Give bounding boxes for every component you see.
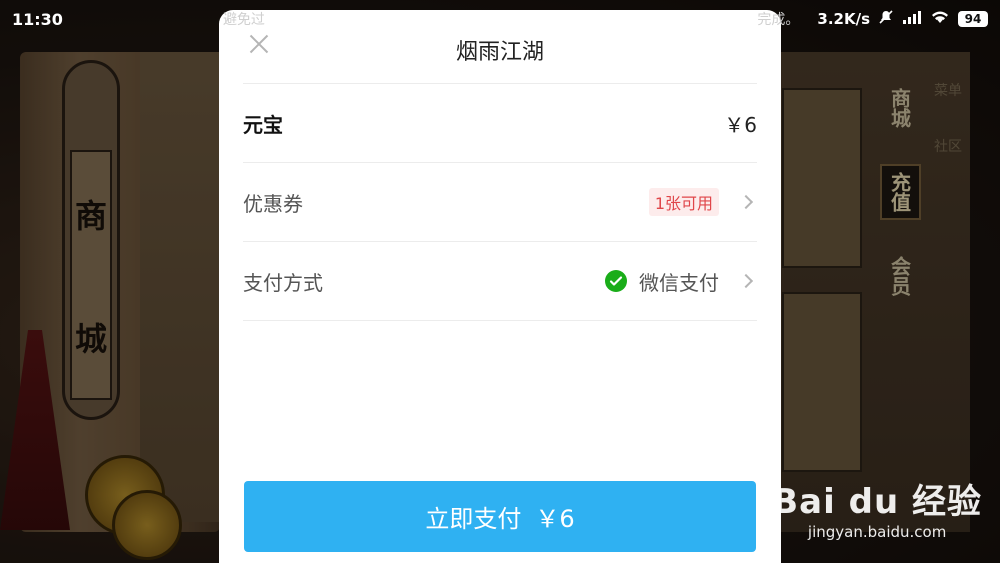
item-label: 元宝 [243,112,283,137]
chevron-right-icon [738,194,754,210]
coupon-badge: 1张可用 [648,188,719,216]
status-time: 11:30 [12,9,63,29]
status-notice-end: 完成。 [757,12,800,28]
battery-icon: 94 [958,11,988,27]
chevron-right-icon [738,273,754,289]
signal-icon [902,10,922,28]
payment-method-label: 支付方式 [243,270,323,295]
item-row: 元宝 ￥6 [243,84,757,163]
status-notice: 避免过 [222,12,265,28]
network-speed: 3.2K/s [817,10,870,28]
sheet-title: 烟雨江湖 [455,40,544,65]
pay-button-label: 立即支付 [425,505,522,533]
baidu-watermark: Bai du 经验 jingyan.baidu.com [772,474,982,541]
wifi-icon [930,10,950,28]
item-price: ￥6 [724,112,757,137]
watermark-logo: Bai du 经验 [772,482,982,522]
payment-sheet: 烟雨江湖 元宝 ￥6 优惠券 1张可用 支付方式 微信支付 立即支付 ￥6 [219,10,781,563]
wechat-pay-icon [605,270,627,292]
payment-method-name: 微信支付 [639,270,719,295]
payment-method-row[interactable]: 支付方式 微信支付 [243,242,757,321]
pay-button-amount: ￥6 [535,505,575,533]
pay-now-button[interactable]: 立即支付 ￥6 [244,481,756,552]
coupon-label: 优惠券 [243,191,303,216]
watermark-url: jingyan.baidu.com [807,523,947,541]
status-bar: 11:30 避免过 完成。 3.2K/s 94 [0,0,1000,38]
mute-icon [878,9,894,29]
coupon-row[interactable]: 优惠券 1张可用 [243,163,757,242]
